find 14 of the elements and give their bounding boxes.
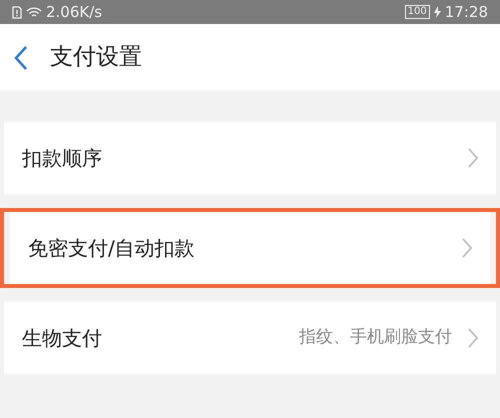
sim-icon [12,6,22,18]
chevron-right-icon [462,238,472,258]
back-icon [14,45,28,72]
page-title: 支付设置 [50,42,142,72]
settings-row[interactable]: 免密支付/自动扣款 [10,212,490,284]
settings-row[interactable]: 生物支付 指纹、手机刷脸支付 [4,302,496,374]
clock: 17:28 [444,2,488,23]
network-speed: 2.06K/s [46,2,102,23]
settings-row[interactable]: 扣款顺序 [4,122,496,194]
chevron-right-icon [468,328,478,348]
wifi-icon [26,6,42,18]
battery-icon: 100 [404,5,430,19]
charging-icon [434,6,441,18]
chevron-right-icon [468,148,478,168]
